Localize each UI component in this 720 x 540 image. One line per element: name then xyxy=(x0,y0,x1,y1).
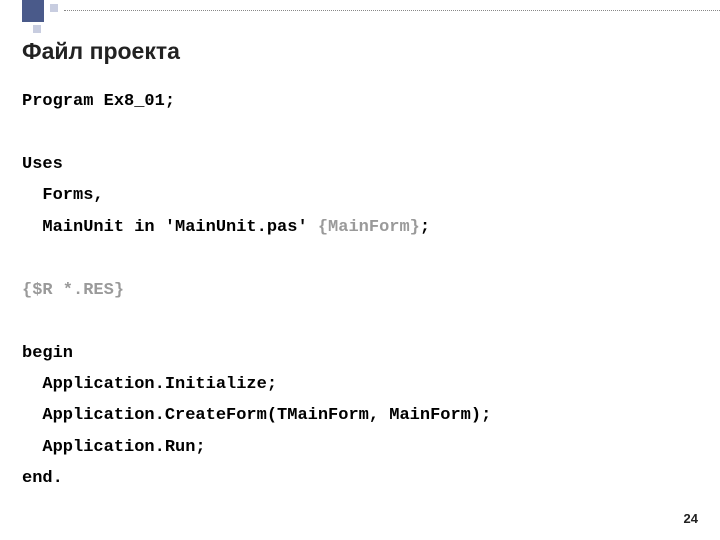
code-comment: {MainForm} xyxy=(318,218,420,237)
divider-dotted xyxy=(64,10,720,12)
slide-title: Файл проекта xyxy=(22,38,180,65)
code-line: begin xyxy=(22,344,73,363)
code-line: Application.CreateForm(TMainForm, MainFo… xyxy=(22,406,491,425)
code-line: end. xyxy=(22,469,63,488)
accent-square-small xyxy=(33,25,41,33)
page-number: 24 xyxy=(684,511,698,526)
code-line: Application.Run; xyxy=(22,438,206,457)
code-line: ; xyxy=(420,218,430,237)
code-line: Application.Initialize; xyxy=(22,375,277,394)
code-line: Uses xyxy=(22,155,63,174)
code-line: Program Ex8_01; xyxy=(22,92,175,111)
accent-square-large xyxy=(22,0,44,22)
code-line: Forms, xyxy=(22,186,104,205)
accent-square-small xyxy=(50,4,58,12)
code-block: Program Ex8_01; Uses Forms, MainUnit in … xyxy=(22,86,491,495)
code-directive: {$R *.RES} xyxy=(22,281,124,300)
code-line: MainUnit in 'MainUnit.pas' xyxy=(22,218,318,237)
